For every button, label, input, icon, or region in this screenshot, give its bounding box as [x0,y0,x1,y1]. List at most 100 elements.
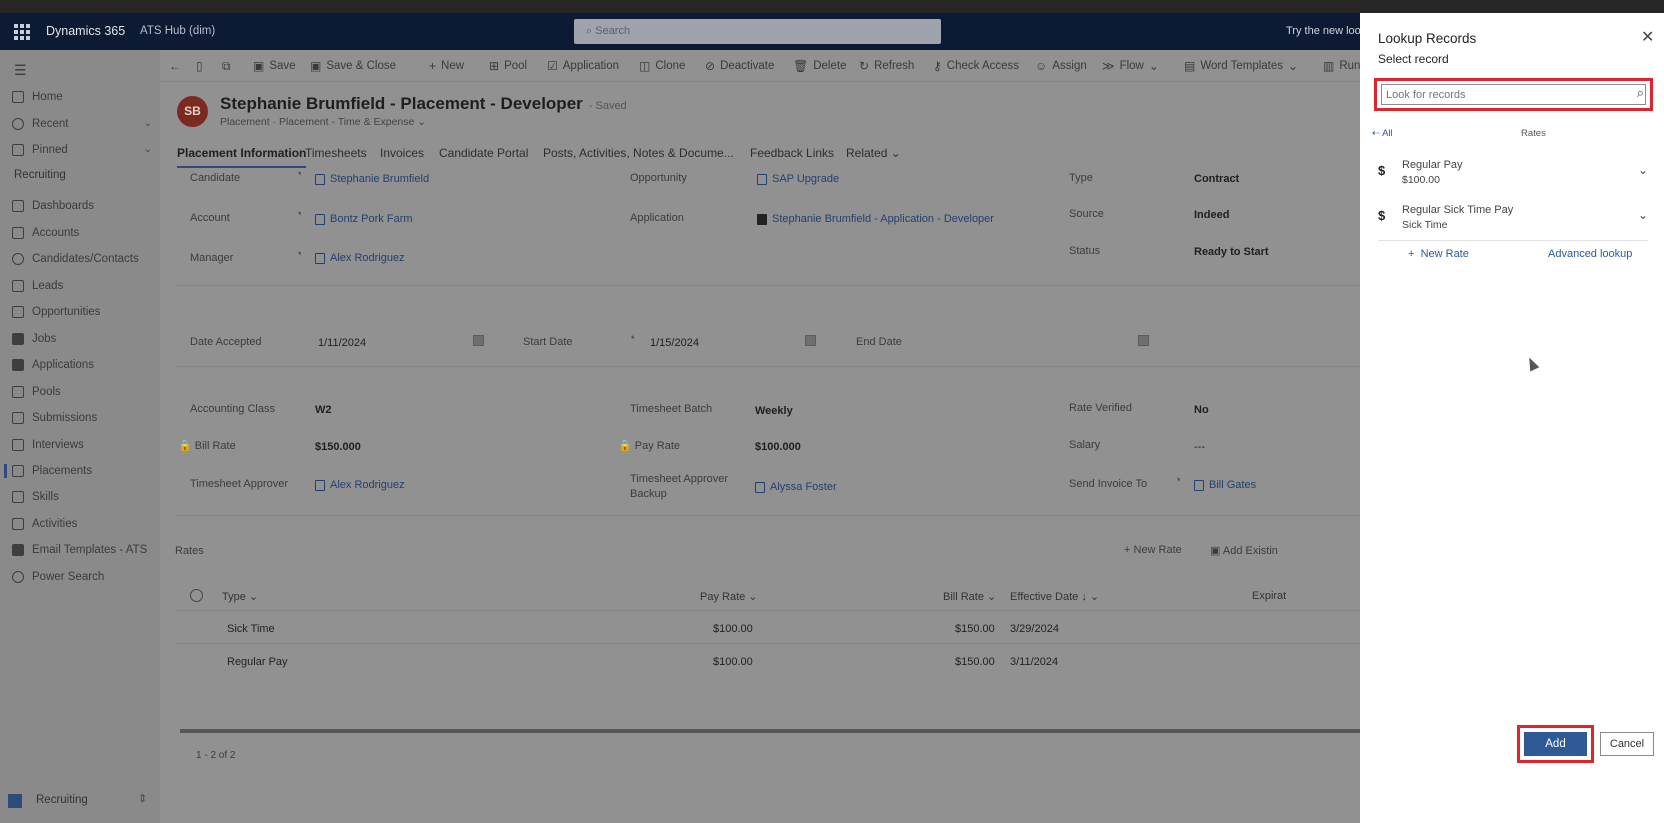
sidebar-item-accounts[interactable]: Accounts [12,223,152,243]
app-name[interactable]: Dynamics 365 [46,24,125,38]
word-templates-button[interactable]: ▤ Word Templates ⌄ [1184,58,1298,74]
column-header-pay-rate[interactable]: Pay Rate ⌄ [700,590,758,603]
tab-feedback-links[interactable]: Feedback Links [750,146,834,160]
tab-related[interactable]: Related ⌄ [846,146,901,160]
horizontal-scrollbar[interactable] [180,729,1360,733]
flow-button[interactable]: ≫ Flow ⌄ [1102,58,1159,74]
application-button[interactable]: ☑ Application [547,58,619,74]
delete-button[interactable]: 🗑 Delete [793,58,846,74]
calendar-icon[interactable] [473,335,484,346]
all-records-link[interactable]: ⇠ All [1372,128,1393,139]
status-value[interactable]: Ready to Start [1194,246,1269,258]
run-report-button[interactable]: ▥ Run [1323,58,1360,74]
try-new-look[interactable]: Try the new loo [1286,25,1361,37]
clone-button[interactable]: ◫ Clone [639,58,685,74]
column-header-effective-date[interactable]: Effective Date ↓ ⌄ [1010,590,1099,603]
tab-posts-activities[interactable]: Posts, Activities, Notes & Docume... [543,146,734,160]
sidebar-item-placements[interactable]: Placements [4,461,152,481]
sidebar-item-email-templates[interactable]: Email Templates - ATS [12,540,152,560]
app-launcher-icon[interactable] [14,24,30,40]
chevron-down-icon[interactable]: ⌄ [1638,208,1648,222]
column-header-bill-rate[interactable]: Bill Rate ⌄ [943,590,996,603]
table-row[interactable]: Regular Pay $100.00 $150.00 3/11/2024 [175,643,1360,676]
add-existing-button[interactable]: ▣ Add Existin [1210,544,1278,557]
tab-timesheets[interactable]: Timesheets [305,146,367,160]
salary-value[interactable]: --- [1194,441,1205,453]
search-icon[interactable]: ⌕ [1637,85,1644,101]
deactivate-button[interactable]: ⊘ Deactivate [705,58,774,74]
manager-link[interactable]: Alex Rodriguez [315,252,405,264]
add-button[interactable]: Add [1524,732,1587,756]
sidebar-item-submissions[interactable]: Submissions [12,408,152,428]
sidebar-item-pinned[interactable]: Pinned ⌄ [12,140,152,160]
calendar-icon[interactable] [1138,335,1149,346]
lookup-result-item[interactable]: $ Regular Sick Time Pay Sick Time ⌄ [1378,202,1648,242]
cancel-button[interactable]: Cancel [1600,732,1654,756]
timesheet-approver-backup-link[interactable]: Alyssa Foster [755,481,837,493]
area-switcher-icon[interactable] [8,794,22,808]
open-new-window-icon[interactable]: ⧉ [222,58,231,74]
start-date-value[interactable]: 1/15/2024 [650,337,699,349]
area-switcher-label[interactable]: Recruiting [36,794,88,806]
advanced-lookup-link[interactable]: Advanced lookup [1548,248,1632,260]
global-search-input[interactable]: ⌕ Search [574,19,941,44]
sidebar-item-jobs[interactable]: Jobs [12,329,152,349]
accounting-class-value[interactable]: W2 [315,404,332,416]
sidebar-item-recent[interactable]: Recent ⌄ [12,114,152,134]
refresh-button[interactable]: ↻ Refresh [859,58,914,74]
opportunity-link[interactable]: SAP Upgrade [757,173,839,185]
tab-placement-information[interactable]: Placement Information [177,146,307,168]
table-row[interactable]: Sick Time $100.00 $150.00 3/29/2024 [175,610,1360,643]
application-link[interactable]: Stephanie Brumfield - Application - Deve… [757,213,994,225]
timesheet-approver-link[interactable]: Alex Rodriguez [315,479,405,491]
row-type[interactable]: Sick Time [227,623,275,635]
close-icon[interactable]: ✕ [1641,27,1654,47]
tab-invoices[interactable]: Invoices [380,146,424,160]
back-icon[interactable]: ← [169,58,181,74]
column-header-type[interactable]: Type ⌄ [222,590,258,603]
date-accepted-value[interactable]: 1/11/2024 [318,337,366,349]
sidebar-item-leads[interactable]: Leads [12,276,152,296]
select-all-radio[interactable] [190,589,203,602]
tab-candidate-portal[interactable]: Candidate Portal [439,146,528,160]
hamburger-icon[interactable]: ☰ [14,62,27,79]
sidebar-item-applications[interactable]: Applications [12,355,152,375]
sidebar-item-pools[interactable]: Pools [12,382,152,402]
sidebar-item-skills[interactable]: Skills [12,487,152,507]
sidebar-item-dashboards[interactable]: Dashboards [12,196,152,216]
lookup-search-input[interactable] [1381,84,1646,105]
row-type[interactable]: Regular Pay [227,656,288,668]
lookup-result-item[interactable]: $ Regular Pay $100.00 ⌄ [1378,157,1648,197]
account-link[interactable]: Bontz Pork Farm [315,213,413,225]
calendar-icon[interactable] [805,335,816,346]
sidebar-item-power-search[interactable]: Power Search [12,567,152,587]
timesheet-batch-value[interactable]: Weekly [755,405,793,417]
chevron-updown-icon[interactable]: ⇕ [138,792,147,805]
check-access-button[interactable]: ⚷ Check Access [933,58,1019,74]
sidebar-item-activities[interactable]: Activities [12,514,152,534]
rate-verified-value[interactable]: No [1194,404,1209,416]
form-selector[interactable]: Placement - Time & Expense [279,116,414,128]
save-close-icon: ▣ [310,59,322,73]
assign-button[interactable]: ☺ Assign [1035,58,1087,74]
save-button[interactable]: ▣ Save [253,58,296,74]
new-rate-link[interactable]: + New Rate [1408,248,1469,260]
candidate-link[interactable]: Stephanie Brumfield [315,173,429,185]
save-close-button[interactable]: ▣ Save & Close [310,58,396,74]
environment-name[interactable]: ATS Hub (dim) [140,25,215,37]
sidebar-item-interviews[interactable]: Interviews [12,435,152,455]
chevron-down-icon[interactable]: ⌄ [1638,163,1648,177]
sidebar-item-home[interactable]: Home [12,87,152,107]
source-value[interactable]: Indeed [1194,209,1229,221]
record-icon[interactable]: ▯ [196,58,203,74]
sidebar-item-opportunities[interactable]: Opportunities [12,302,152,322]
column-header-expiration[interactable]: Expirat [1252,590,1286,602]
sidebar-item-candidates[interactable]: Candidates/Contacts [12,249,152,269]
new-rate-button[interactable]: + New Rate [1124,544,1182,556]
type-value[interactable]: Contract [1194,173,1239,185]
search-icon: ⌕ [586,25,593,37]
new-button[interactable]: + New [429,58,464,74]
source-label: Source [1069,208,1104,220]
pool-button[interactable]: ⊞ Pool [489,58,527,74]
send-invoice-link[interactable]: Bill Gates [1194,479,1256,491]
